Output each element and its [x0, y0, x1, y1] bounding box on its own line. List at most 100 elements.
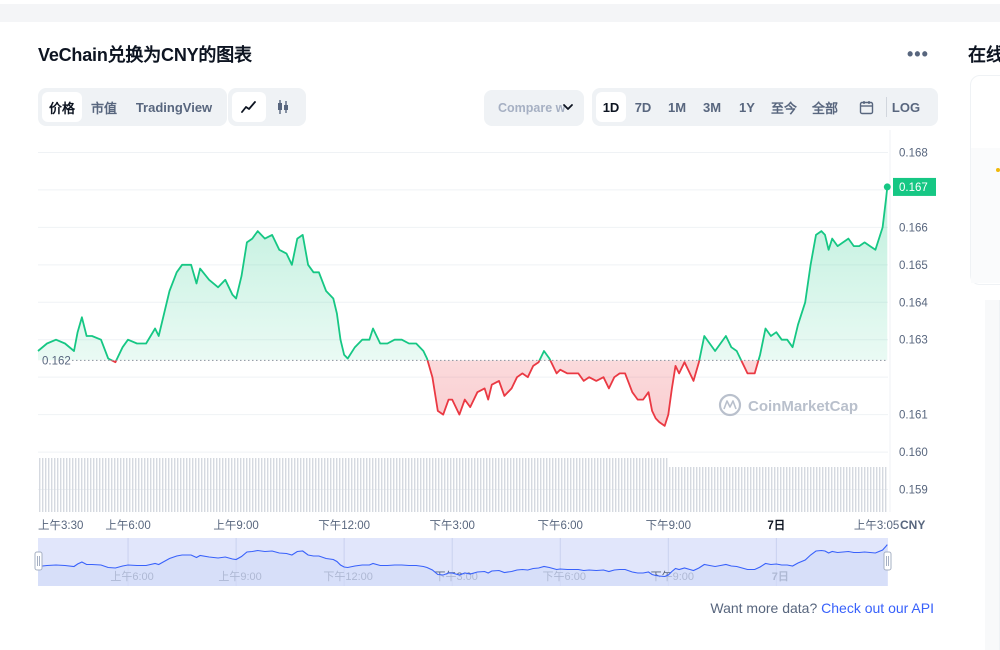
y-tick-label: 0.166	[899, 222, 928, 234]
calendar-icon[interactable]	[846, 92, 886, 122]
volume-bar	[705, 467, 707, 512]
volume-bar	[414, 458, 416, 512]
volume-bar	[318, 458, 320, 512]
volume-bar	[306, 458, 308, 512]
volume-bar	[210, 458, 212, 512]
volume-bar	[873, 467, 875, 512]
volume-bar	[681, 467, 683, 512]
y-tick-label: 0.160	[899, 447, 928, 459]
range-1d[interactable]: 1D	[596, 92, 626, 122]
volume-bar	[51, 458, 53, 512]
volume-bar	[621, 458, 623, 512]
volume-bar	[459, 458, 461, 512]
compare-label: Compare w	[498, 101, 566, 115]
volume-bar	[87, 458, 89, 512]
volume-bar	[378, 458, 380, 512]
volume-bar	[396, 458, 398, 512]
volume-bar	[666, 458, 668, 512]
range-ytd[interactable]: 至今	[764, 92, 804, 122]
volume-bar	[672, 467, 674, 512]
candlestick-icon[interactable]	[266, 92, 300, 122]
x-tick-label: 上午6:00	[105, 519, 150, 532]
volume-bar	[159, 458, 161, 512]
volume-bar	[288, 458, 290, 512]
volume-bar	[684, 467, 686, 512]
volume-bar	[279, 458, 281, 512]
volume-bar	[540, 458, 542, 512]
volume-bar	[417, 458, 419, 512]
volume-bar	[177, 458, 179, 512]
volume-bar	[507, 458, 509, 512]
volume-bar	[312, 458, 314, 512]
volume-bar	[792, 467, 794, 512]
volume-bar	[480, 458, 482, 512]
volume-bar	[531, 458, 533, 512]
volume-bar	[543, 458, 545, 512]
tab-market-cap[interactable]: 市值	[82, 92, 126, 122]
range-7d[interactable]: 7D	[626, 92, 660, 122]
navigator-handle-left[interactable]	[34, 551, 43, 571]
volume-bar	[441, 458, 443, 512]
x-tick-label: 下午3:00	[429, 519, 474, 532]
volume-bar	[375, 458, 377, 512]
volume-bar	[138, 458, 140, 512]
volume-bar	[768, 467, 770, 512]
volume-bar	[597, 458, 599, 512]
tab-tradingview[interactable]: TradingView	[126, 92, 222, 122]
log-toggle[interactable]: LOG	[887, 92, 925, 122]
volume-bar	[75, 458, 77, 512]
volume-bar	[573, 458, 575, 512]
line-chart-icon[interactable]	[232, 92, 266, 122]
volume-bar	[45, 458, 47, 512]
volume-bar	[42, 458, 44, 512]
y-tick-label: 0.159	[899, 485, 928, 497]
volume-bar	[129, 458, 131, 512]
navigator-handle-right[interactable]	[883, 551, 892, 571]
volume-bar	[483, 458, 485, 512]
volume-bar	[204, 458, 206, 512]
volume-bar	[564, 458, 566, 512]
volume-bar	[867, 467, 869, 512]
volume-bar	[777, 467, 779, 512]
range-1y[interactable]: 1Y	[730, 92, 764, 122]
x-axis: 上午3:30 上午6:00 上午9:00 下午12:00 下午3:00 下午6:00 下午9…	[38, 518, 925, 532]
volume-bar	[174, 458, 176, 512]
volume-bar	[273, 458, 275, 512]
volume-bar	[393, 458, 395, 512]
volume-bar	[807, 467, 809, 512]
volume-bar	[237, 458, 239, 512]
volume-bar	[354, 458, 356, 512]
volume-bar	[495, 458, 497, 512]
volume-bar	[213, 458, 215, 512]
more-options-icon[interactable]: •••	[907, 44, 929, 65]
volume-bar	[825, 467, 827, 512]
compare-select[interactable]: Compare w	[484, 90, 584, 126]
volume-bar	[636, 458, 638, 512]
volume-bar	[678, 467, 680, 512]
footer-text: Want more data?	[710, 600, 818, 616]
y-tick-label: 0.164	[899, 297, 928, 309]
volume-bar	[243, 458, 245, 512]
volume-bar	[426, 458, 428, 512]
volume-bar	[519, 458, 521, 512]
volume-bar	[72, 458, 74, 512]
volume-bar	[270, 458, 272, 512]
volume-bar	[366, 458, 368, 512]
volume-bar	[405, 458, 407, 512]
volume-bar	[114, 458, 116, 512]
tab-price[interactable]: 价格	[42, 92, 82, 122]
range-all[interactable]: 全部	[804, 92, 846, 122]
volume-bar	[390, 458, 392, 512]
volume-bar	[795, 467, 797, 512]
api-link[interactable]: Check out our API	[821, 600, 934, 616]
volume-bar	[180, 458, 182, 512]
range-3m[interactable]: 3M	[694, 92, 730, 122]
volume-bar	[228, 458, 230, 512]
volume-bar	[618, 458, 620, 512]
volume-bar	[669, 467, 671, 512]
volume-bar	[162, 458, 164, 512]
y-tick-label: 0.168	[899, 147, 928, 159]
range-1m[interactable]: 1M	[660, 92, 694, 122]
chevron-down-icon	[563, 104, 573, 110]
volume-bar	[498, 458, 500, 512]
